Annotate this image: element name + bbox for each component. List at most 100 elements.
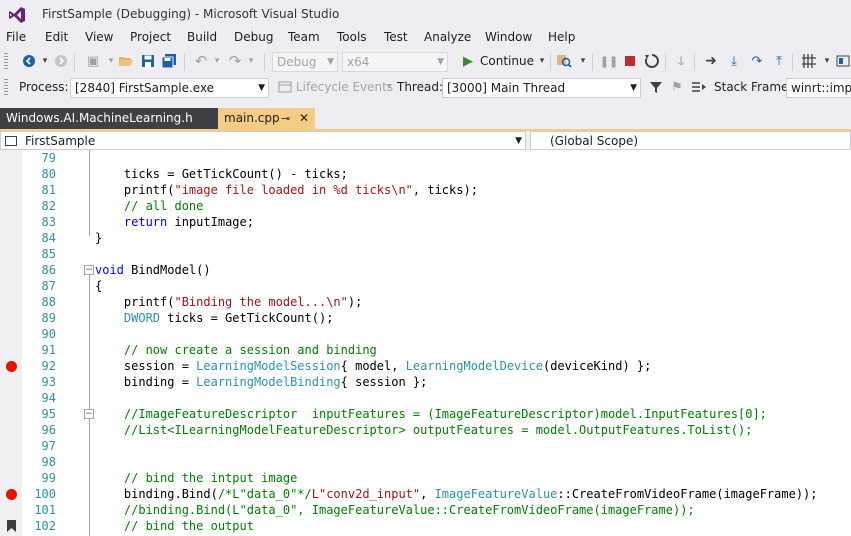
pin-icon[interactable]: ⊸: [281, 108, 290, 129]
lifecycle-dropdown-icon[interactable]: ▾: [380, 78, 398, 96]
menu-team[interactable]: Team: [288, 30, 320, 44]
line-number: 91: [41, 343, 56, 357]
toolbar-grip[interactable]: [4, 53, 8, 71]
code-line-81[interactable]: 81 printf("image file loaded in %d ticks…: [0, 182, 851, 198]
code-line-82[interactable]: 82 // all done: [0, 198, 851, 214]
process-value: [2840] FirstSample.exe: [75, 81, 215, 95]
code-line-101[interactable]: 101 //binding.Bind(L"data_0", ImageFeatu…: [0, 502, 851, 518]
save-all-icon[interactable]: [160, 52, 178, 70]
menu-bar: File Edit View Project Build Debug Team …: [0, 30, 851, 48]
open-file-icon[interactable]: [117, 52, 135, 70]
line-number: 88: [41, 295, 56, 309]
code-line-80[interactable]: 80 ticks = GetTickCount() - ticks;: [0, 166, 851, 182]
redo-dropdown-icon[interactable]: ▾: [242, 52, 260, 70]
code-editor[interactable]: 79 80 ticks = GetTickCount() - ticks; 81 p…: [0, 150, 851, 536]
code-line-89[interactable]: 89 DWORD ticks = GetTickCount();: [0, 310, 851, 326]
code-line-86[interactable]: 86 − void BindModel(): [0, 262, 851, 278]
menu-project[interactable]: Project: [130, 30, 171, 44]
thread-marker-icon[interactable]: [800, 52, 818, 70]
continue-dropdown-icon[interactable]: ▾: [533, 52, 551, 70]
menu-file[interactable]: File: [6, 30, 26, 44]
code-line-94[interactable]: 94: [0, 390, 851, 406]
menu-view[interactable]: View: [85, 30, 113, 44]
menu-window[interactable]: Window: [485, 30, 532, 44]
forward-icon[interactable]: [52, 52, 70, 70]
code-text: ticks = GetTickCount() - ticks;: [95, 167, 348, 181]
code-line-91[interactable]: 91 // now create a session and binding: [0, 342, 851, 358]
visual-studio-logo-icon: [9, 7, 25, 23]
hot-reload-icon[interactable]: ↆ: [672, 52, 690, 70]
menu-help[interactable]: Help: [548, 30, 575, 44]
filter-icon[interactable]: [647, 78, 665, 96]
new-project-icon[interactable]: ▣: [84, 52, 102, 70]
project-select[interactable]: FirstSample ▼: [0, 131, 526, 150]
close-icon[interactable]: ✕: [299, 108, 309, 129]
step-out-icon[interactable]: ⤒: [770, 52, 788, 70]
line-number: 100: [34, 487, 56, 501]
code-line-93[interactable]: 93 binding = LearningModelBinding{ sessi…: [0, 374, 851, 390]
save-icon[interactable]: [139, 52, 157, 70]
lifecycle-events-button[interactable]: Lifecycle Events: [296, 80, 393, 94]
menu-build[interactable]: Build: [187, 30, 217, 44]
find-icon[interactable]: [555, 52, 573, 70]
layout-icon[interactable]: [834, 52, 851, 70]
line-number: 98: [41, 455, 56, 469]
solution-configuration-select[interactable]: Debug ▼: [272, 52, 338, 72]
code-line-99[interactable]: 99 // bind the intput image: [0, 470, 851, 486]
toolbar-grip[interactable]: [4, 79, 8, 97]
code-line-102[interactable]: 102 // bind the output: [0, 518, 851, 534]
code-text: //binding.Bind(L"data_0", ImageFeatureVa…: [123, 503, 695, 517]
stack-frame-icon[interactable]: [690, 78, 708, 96]
code-line-85[interactable]: 85: [0, 246, 851, 262]
restart-icon[interactable]: [643, 52, 661, 70]
bookmark-icon[interactable]: [7, 520, 16, 532]
project-value: FirstSample: [25, 134, 96, 148]
thread-select[interactable]: [3000] Main Thread ▼: [442, 78, 641, 98]
code-line-92[interactable]: 92 session = LearningModelSession{ model…: [0, 358, 851, 374]
code-line-84[interactable]: 84}: [0, 230, 851, 246]
stop-icon[interactable]: [621, 52, 639, 70]
stack-frame-select[interactable]: winrt::impl:: [786, 78, 851, 98]
code-line-96[interactable]: 96 //List<ILearningModelFeatureDescripto…: [0, 422, 851, 438]
code-line-100[interactable]: 100 binding.Bind(/*L"data_0"*/L"conv2d_i…: [0, 486, 851, 502]
tab-main-cpp[interactable]: main.cpp ⊸ ✕: [218, 108, 315, 129]
solution-platform-select[interactable]: x64 ▼: [342, 52, 448, 72]
menu-analyze[interactable]: Analyze: [424, 30, 471, 44]
step-into-icon[interactable]: ⤓: [725, 52, 743, 70]
find-dropdown-icon[interactable]: ▾: [574, 52, 592, 70]
line-number: 90: [41, 327, 56, 341]
code-line-87[interactable]: 87 {: [0, 278, 851, 294]
menu-tools[interactable]: Tools: [337, 30, 367, 44]
continue-icon[interactable]: ▶: [459, 52, 477, 70]
menu-test[interactable]: Test: [384, 30, 408, 44]
code-line-98[interactable]: 98: [0, 454, 851, 470]
break-all-icon[interactable]: ❚❚: [600, 52, 618, 70]
step-over-icon[interactable]: ↷: [748, 52, 766, 70]
code-line-95[interactable]: 95 − //ImageFeatureDescriptor inputFeatur…: [0, 406, 851, 422]
flag-threads-icon[interactable]: ⚑: [668, 78, 686, 96]
code-line-97[interactable]: 97: [0, 438, 851, 454]
lifecycle-events-icon[interactable]: [276, 78, 294, 96]
code-line-83[interactable]: 83 return inputImage;: [0, 214, 851, 230]
code-line-88[interactable]: 88 printf("Binding the model...\n");: [0, 294, 851, 310]
line-number: 84: [41, 231, 56, 245]
undo-dropdown-icon[interactable]: ▾: [208, 52, 226, 70]
breakpoint-icon[interactable]: [6, 361, 17, 372]
code-line-90[interactable]: 90: [0, 326, 851, 342]
menu-debug[interactable]: Debug: [234, 30, 273, 44]
code-text: DWORD ticks = GetTickCount();: [123, 311, 334, 325]
scope-select[interactable]: (Global Scope): [530, 131, 851, 150]
show-next-statement-icon[interactable]: ➜: [702, 52, 720, 70]
collapse-icon[interactable]: −: [84, 409, 94, 419]
process-select[interactable]: [2840] FirstSample.exe ▼: [70, 78, 269, 98]
code-text: void BindModel(): [95, 263, 211, 277]
continue-button[interactable]: Continue: [480, 54, 534, 68]
code-line-79[interactable]: 79: [0, 150, 851, 166]
solution-configuration-value: Debug: [277, 55, 317, 69]
collapse-icon[interactable]: −: [84, 265, 94, 275]
tab-windows-ai-machinelearning-h[interactable]: Windows.AI.MachineLearning.h: [0, 108, 218, 129]
menu-edit[interactable]: Edit: [45, 30, 68, 44]
window-title: FirstSample (Debugging) - Microsoft Visu…: [42, 7, 340, 21]
title-bar: FirstSample (Debugging) - Microsoft Visu…: [0, 0, 851, 30]
breakpoint-icon[interactable]: [6, 489, 17, 500]
